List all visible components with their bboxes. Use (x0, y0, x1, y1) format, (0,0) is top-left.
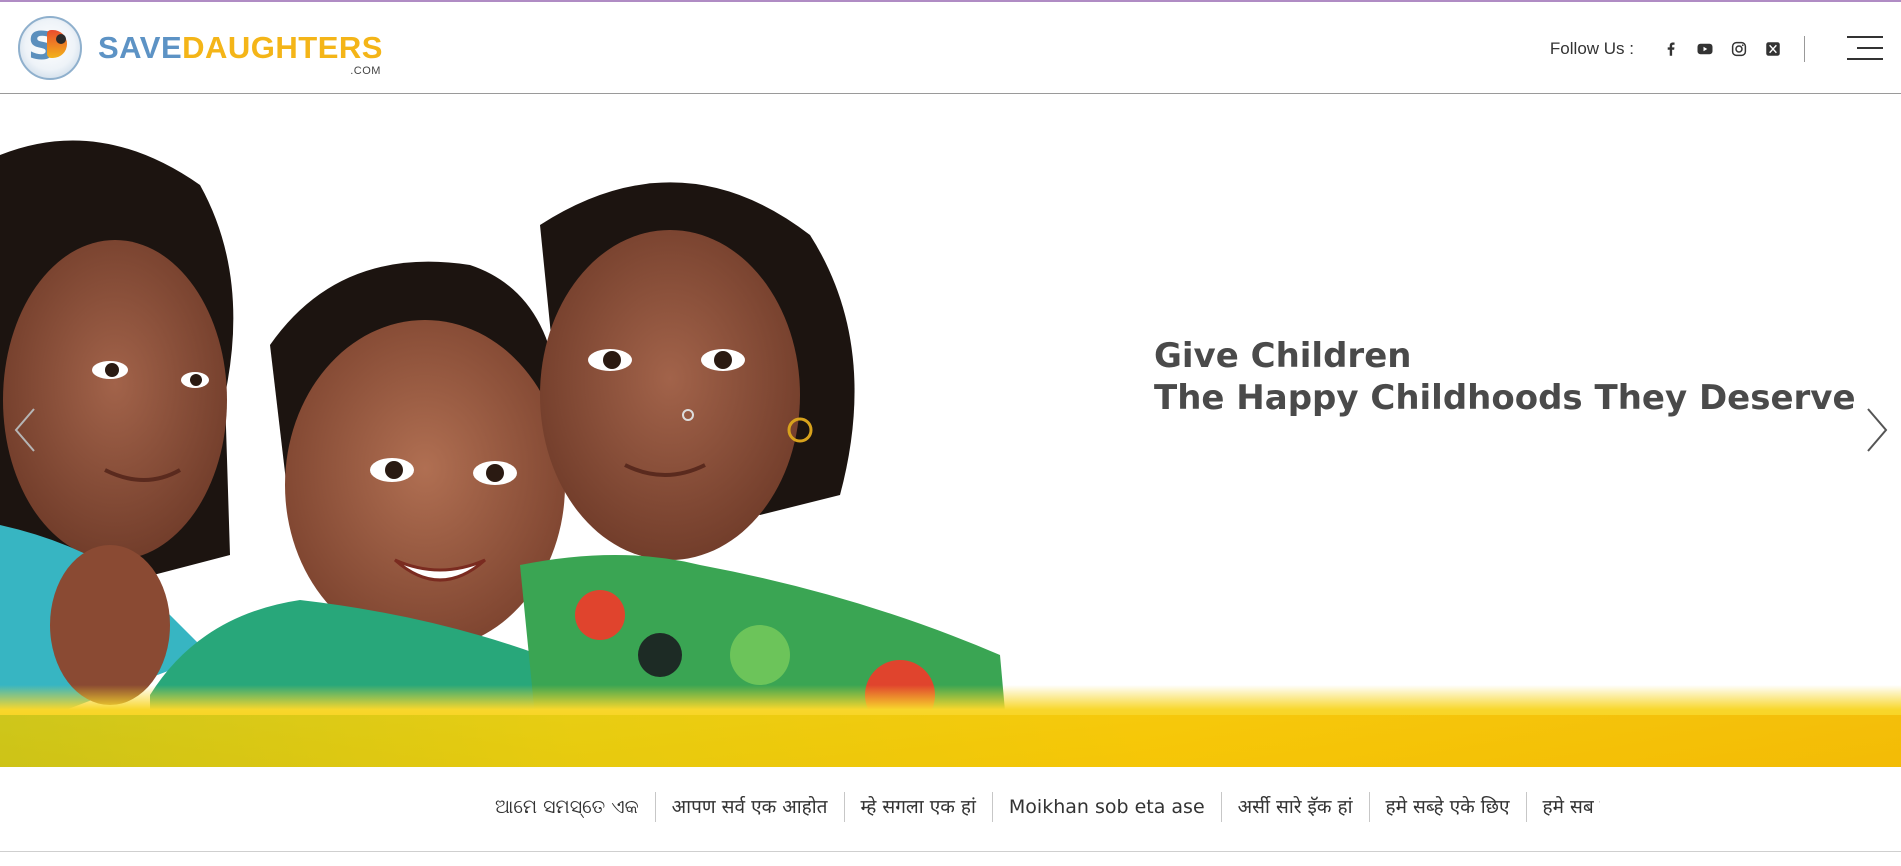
hero-headline: Give Children The Happy Childhoods They … (1154, 335, 1856, 419)
language-item: हमे सब एके हि (1542, 796, 1601, 818)
follow-us-group: Follow Us : (1550, 27, 1805, 71)
hero-children-photo (0, 140, 1010, 767)
language-item: Moikhan sob eta ase (993, 792, 1222, 822)
language-item: हमे सब्हे एके छिए (1370, 792, 1527, 822)
social-links (1648, 36, 1805, 62)
chevron-left-icon[interactable] (10, 405, 40, 455)
logo-wordmark-daughters: DAUGHTERS (182, 30, 383, 65)
logo-mark-face (56, 34, 66, 44)
hamburger-menu-icon[interactable] (1847, 34, 1883, 62)
facebook-icon[interactable] (1660, 38, 1682, 60)
header-divider (1804, 36, 1805, 62)
logo-mark: S (18, 16, 82, 80)
instagram-icon[interactable] (1728, 38, 1750, 60)
logo-wordmark: SAVEDAUGHTERS .COM (98, 30, 383, 77)
chevron-right-icon[interactable] (1862, 405, 1892, 455)
x-twitter-icon[interactable] (1762, 38, 1784, 60)
logo-wordmark-save: SAVE (98, 30, 183, 65)
site-logo[interactable]: S SAVEDAUGHTERS .COM (18, 16, 383, 80)
yellow-brush-stroke-base (0, 715, 1901, 767)
language-list: ଆମେ ସମସ୍ତେ ଏକ आपण सर्व एक आहोत म्हे सगला ए… (495, 792, 1600, 828)
youtube-icon[interactable] (1694, 38, 1716, 60)
language-item: म्हे सगला एक हां (845, 792, 993, 822)
language-item: ଆମେ ସମସ୍ତେ ଏକ (495, 792, 656, 822)
hero-headline-line2: The Happy Childhoods They Deserve (1154, 378, 1856, 418)
hero-headline-line1: Give Children (1154, 336, 1412, 376)
language-item: आपण सर्व एक आहोत (656, 792, 845, 822)
logo-wordmark-dotcom: .COM (350, 65, 381, 77)
language-marquee: ଆମେ ସମସ୍ତେ ଏକ आपण सर्व एक आहोत म्हे सगला ए… (0, 768, 1901, 852)
language-item: अर्सी सारे इॅक हां (1222, 792, 1370, 822)
follow-us-label: Follow Us : (1549, 39, 1634, 58)
site-header: S SAVEDAUGHTERS .COM Follow Us : (0, 2, 1901, 94)
hero-slider: Give Children The Happy Childhoods They … (0, 95, 1901, 767)
